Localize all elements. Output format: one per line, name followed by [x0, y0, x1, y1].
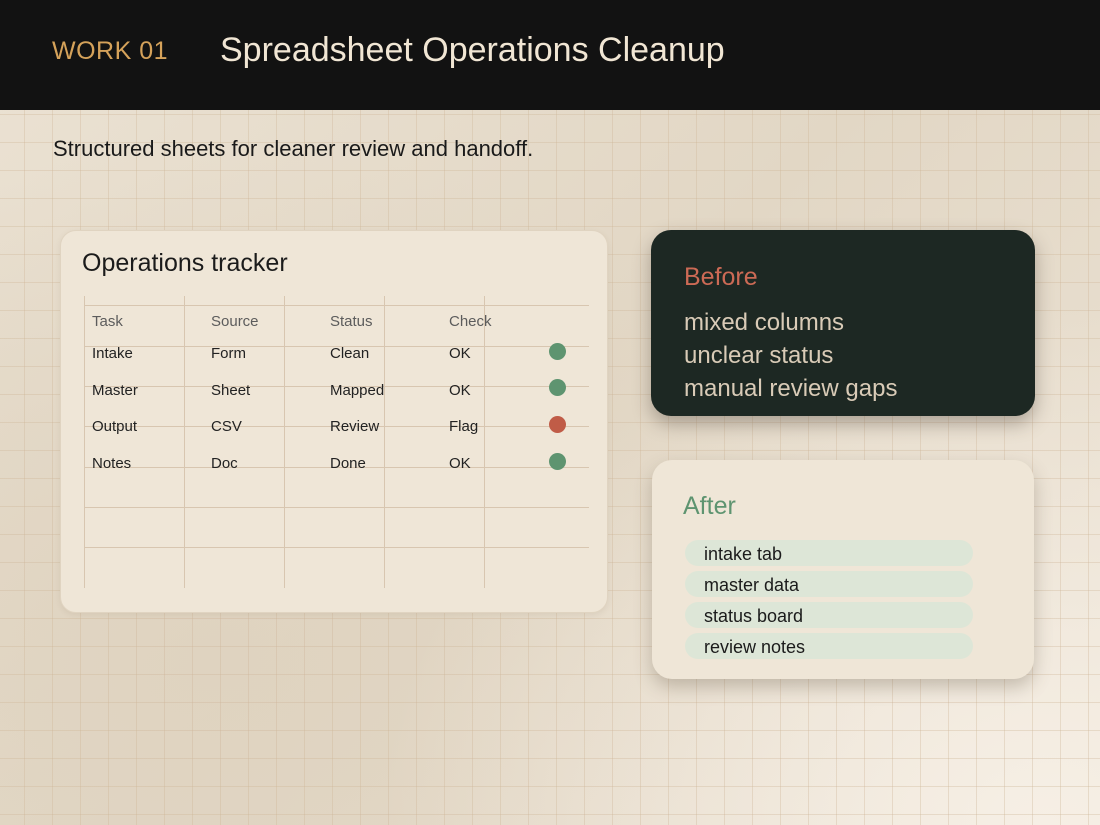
table-cell-check[interactable]: OK [449, 455, 471, 472]
table-cell-status[interactable]: Mapped [330, 382, 384, 399]
table-cell-status[interactable]: Review [330, 418, 379, 435]
before-item: manual review gaps [684, 375, 898, 402]
after-item-pill: master data [685, 571, 973, 597]
header-bar: WORK 01 Spreadsheet Operations Cleanup [0, 0, 1100, 110]
column-header-check[interactable]: Check [449, 313, 492, 330]
before-card: Before mixed columns unclear status manu… [651, 230, 1035, 416]
table-cell-check[interactable]: OK [449, 345, 471, 362]
table-cell-source[interactable]: Doc [211, 455, 238, 472]
table-cell-source[interactable]: Sheet [211, 382, 250, 399]
after-item-pill: review notes [685, 633, 973, 659]
before-title: Before [684, 263, 758, 291]
table-cell-source[interactable]: Form [211, 345, 246, 362]
column-header-status[interactable]: Status [330, 313, 373, 330]
status-dot-ok [549, 453, 566, 470]
status-dot-ok [549, 379, 566, 396]
grid-line [284, 296, 285, 588]
grid-line [184, 296, 185, 588]
work-tag: WORK 01 [52, 37, 169, 65]
column-header-source[interactable]: Source [211, 313, 259, 330]
after-item-pill: status board [685, 602, 973, 628]
table-cell-status[interactable]: Clean [330, 345, 369, 362]
table-cell-task[interactable]: Output [92, 418, 137, 435]
column-header-task[interactable]: Task [92, 313, 123, 330]
table-cell-task[interactable]: Notes [92, 455, 131, 472]
after-card: After intake tab master data status boar… [652, 460, 1034, 679]
after-item-label: master data [704, 575, 800, 595]
table-cell-source[interactable]: CSV [211, 418, 242, 435]
status-dot-ok [549, 343, 566, 360]
before-item: mixed columns [684, 309, 845, 336]
grid-line [84, 507, 589, 508]
after-item-label: status board [704, 606, 804, 626]
grid-line [84, 547, 589, 548]
after-item-label: review notes [704, 637, 806, 657]
after-title: After [683, 492, 736, 520]
table-cell-check[interactable]: Flag [449, 418, 478, 435]
table-cell-task[interactable]: Intake [92, 345, 133, 362]
after-item-label: intake tab [704, 544, 783, 564]
table-cell-check[interactable]: OK [449, 382, 471, 399]
page-subtitle: Structured sheets for cleaner review and… [53, 136, 534, 161]
table-cell-task[interactable]: Master [92, 382, 138, 399]
status-dot-flag [549, 416, 566, 433]
operations-tracker-card: Operations tracker Task Source Status Ch… [60, 230, 608, 613]
grid-line [384, 296, 385, 588]
grid-line [484, 296, 485, 588]
table-cell-status[interactable]: Done [330, 455, 366, 472]
grid-line [84, 305, 589, 306]
before-item: unclear status [684, 342, 834, 369]
after-item-pill: intake tab [685, 540, 973, 566]
grid-line [84, 296, 85, 588]
page-title: Spreadsheet Operations Cleanup [220, 31, 725, 69]
